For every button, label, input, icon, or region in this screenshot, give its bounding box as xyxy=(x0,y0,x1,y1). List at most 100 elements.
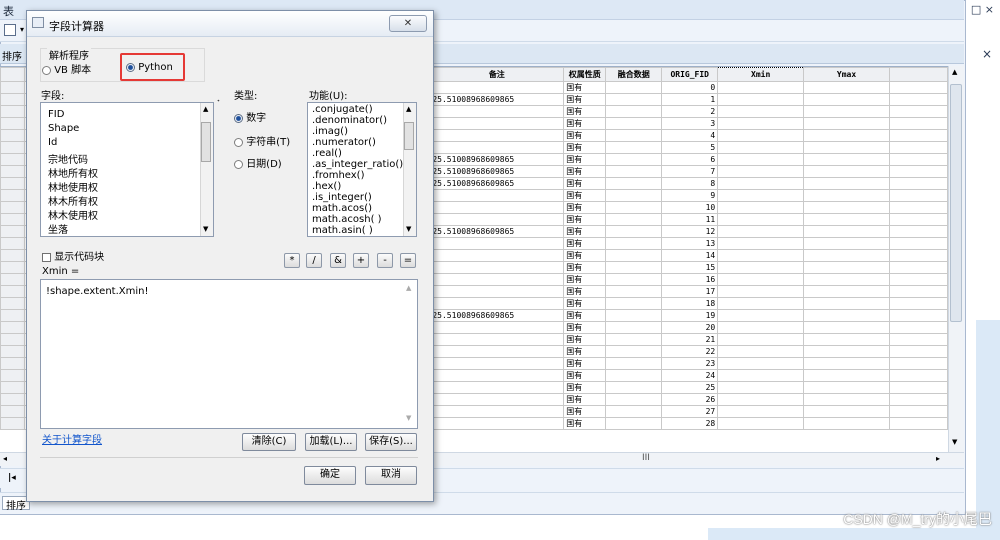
xmin-cell[interactable] xyxy=(717,117,805,130)
ymax-cell[interactable] xyxy=(803,261,891,274)
orig-fid-cell[interactable]: 7 xyxy=(661,165,719,178)
ownership-cell[interactable]: 国有 xyxy=(563,261,607,274)
divide-button[interactable]: / xyxy=(306,253,322,268)
orig-fid-cell[interactable]: 23 xyxy=(661,357,719,370)
ownership-cell[interactable]: 国有 xyxy=(563,81,607,94)
horizontal-scroll-grip[interactable]: III xyxy=(642,453,650,463)
empty-cell[interactable] xyxy=(889,417,948,430)
merge-data-cell[interactable] xyxy=(605,285,663,298)
parser-option-python[interactable]: Python xyxy=(126,62,173,73)
ymax-cell[interactable] xyxy=(803,237,891,250)
ymax-cell[interactable] xyxy=(803,213,891,226)
column-header-orig-fid[interactable]: ORIG_FID xyxy=(661,67,719,82)
row-selector[interactable] xyxy=(0,177,25,190)
function-item[interactable]: math.acosh( ) xyxy=(312,214,382,225)
orig-fid-cell[interactable]: 10 xyxy=(661,201,719,214)
merge-data-cell[interactable] xyxy=(605,213,663,226)
scroll-down-arrow-icon[interactable]: ▼ xyxy=(406,225,411,233)
load-button[interactable]: 加载(L)... xyxy=(305,433,357,451)
merge-data-cell[interactable] xyxy=(605,321,663,334)
orig-fid-cell[interactable]: 25 xyxy=(661,381,719,394)
row-selector[interactable] xyxy=(0,225,25,238)
merge-data-cell[interactable] xyxy=(605,129,663,142)
ownership-cell[interactable]: 国有 xyxy=(563,357,607,370)
merge-data-cell[interactable] xyxy=(605,117,663,130)
expression-textarea[interactable] xyxy=(40,279,418,429)
ymax-cell[interactable] xyxy=(803,285,891,298)
ownership-cell[interactable]: 国有 xyxy=(563,273,607,286)
ownership-cell[interactable]: 国有 xyxy=(563,177,607,190)
xmin-cell[interactable] xyxy=(717,405,805,418)
xmin-cell[interactable] xyxy=(717,249,805,262)
orig-fid-cell[interactable]: 0 xyxy=(661,81,719,94)
parser-option-vbscript[interactable]: VB 脚本 xyxy=(42,61,91,76)
radio-unselected-icon[interactable] xyxy=(42,65,51,75)
empty-cell[interactable] xyxy=(889,393,948,406)
orig-fid-cell[interactable]: 3 xyxy=(661,117,719,130)
xmin-cell[interactable] xyxy=(717,93,805,106)
remark-cell[interactable] xyxy=(429,81,565,94)
ownership-cell[interactable]: 国有 xyxy=(563,369,607,382)
xmin-cell[interactable] xyxy=(717,189,805,202)
merge-data-cell[interactable] xyxy=(605,273,663,286)
remark-cell[interactable] xyxy=(429,201,565,214)
function-item[interactable]: .hex() xyxy=(312,181,341,192)
function-item[interactable]: .conjugate() xyxy=(312,104,373,115)
remark-cell[interactable]: 25.51008968609865 xyxy=(429,93,565,106)
first-record-icon[interactable]: |◂ xyxy=(8,473,16,483)
merge-data-cell[interactable] xyxy=(605,393,663,406)
ownership-cell[interactable]: 国有 xyxy=(563,393,607,406)
field-item[interactable]: Id xyxy=(48,137,57,148)
fields-scroll-thumb[interactable] xyxy=(201,122,211,162)
merge-data-cell[interactable] xyxy=(605,333,663,346)
row-selector[interactable] xyxy=(0,117,25,130)
about-calculate-field-link[interactable]: 关于计算字段 xyxy=(42,431,102,446)
table-options-icon[interactable] xyxy=(4,24,16,36)
checkbox-icon[interactable] xyxy=(42,252,51,262)
function-item[interactable]: .numerator() xyxy=(312,137,376,148)
empty-cell[interactable] xyxy=(889,81,948,94)
remark-cell[interactable]: 25.51008968609865 xyxy=(429,153,565,166)
remark-cell[interactable] xyxy=(429,237,565,250)
ymax-cell[interactable] xyxy=(803,309,891,322)
merge-data-cell[interactable] xyxy=(605,249,663,262)
type-option-number[interactable]: 数字 xyxy=(234,109,266,124)
radio-unselected-icon[interactable] xyxy=(234,137,243,147)
orig-fid-cell[interactable]: 13 xyxy=(661,237,719,250)
ymax-cell[interactable] xyxy=(803,165,891,178)
xmin-cell[interactable] xyxy=(717,129,805,142)
ymax-cell[interactable] xyxy=(803,249,891,262)
ymax-cell[interactable] xyxy=(803,405,891,418)
remark-cell[interactable] xyxy=(429,189,565,202)
empty-cell[interactable] xyxy=(889,357,948,370)
empty-cell[interactable] xyxy=(889,321,948,334)
function-item[interactable]: math.acos() xyxy=(312,203,372,214)
table-tab[interactable]: 排序 xyxy=(2,48,22,63)
merge-data-cell[interactable] xyxy=(605,81,663,94)
orig-fid-cell[interactable]: 18 xyxy=(661,297,719,310)
column-header-merge-data[interactable]: 融合数据 xyxy=(605,67,663,82)
row-selector[interactable] xyxy=(0,321,25,334)
save-button[interactable]: 保存(S)... xyxy=(365,433,417,451)
scroll-left-arrow-icon[interactable]: ◂ xyxy=(3,454,7,463)
row-selector[interactable] xyxy=(0,93,25,106)
function-item[interactable]: .imag() xyxy=(312,126,348,137)
scroll-up-arrow-icon[interactable]: ▲ xyxy=(203,105,208,113)
type-option-date[interactable]: 日期(D) xyxy=(234,155,282,170)
orig-fid-cell[interactable]: 5 xyxy=(661,141,719,154)
scroll-up-arrow-icon[interactable]: ▲ xyxy=(952,68,957,76)
scroll-down-arrow-icon[interactable]: ▼ xyxy=(952,438,957,446)
merge-data-cell[interactable] xyxy=(605,93,663,106)
xmin-cell[interactable] xyxy=(717,177,805,190)
close-button[interactable]: ✕ xyxy=(389,15,427,32)
row-selector[interactable] xyxy=(0,189,25,202)
xmin-cell[interactable] xyxy=(717,201,805,214)
ymax-cell[interactable] xyxy=(803,153,891,166)
remark-cell[interactable] xyxy=(429,129,565,142)
ymax-cell[interactable] xyxy=(803,105,891,118)
merge-data-cell[interactable] xyxy=(605,189,663,202)
field-item[interactable]: 坐落 xyxy=(48,221,68,236)
remark-cell[interactable] xyxy=(429,249,565,262)
merge-data-cell[interactable] xyxy=(605,309,663,322)
orig-fid-cell[interactable]: 15 xyxy=(661,261,719,274)
